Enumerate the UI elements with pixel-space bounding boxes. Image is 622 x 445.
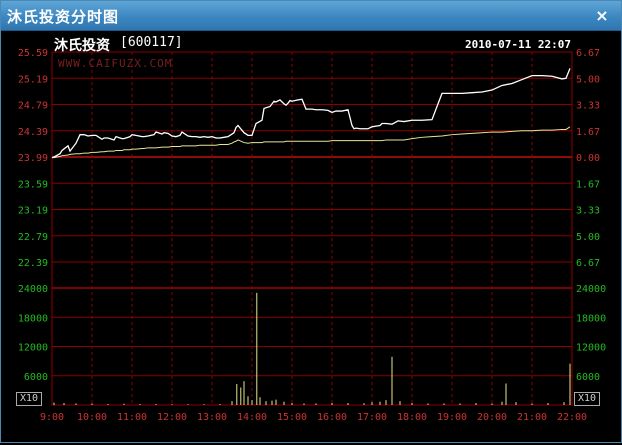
time-tick-label: 12:00 [157, 412, 187, 423]
price-tick-label: 23.99 [18, 153, 48, 164]
volume-tick-label-right: 24000 [576, 284, 606, 295]
time-tick-label: 15:00 [277, 412, 307, 423]
time-tick-label: 21:00 [517, 412, 547, 423]
volume-tick-label-right: 6000 [576, 372, 600, 383]
volume-tick-label: 6000 [24, 372, 48, 383]
time-tick-label: 11:00 [117, 412, 147, 423]
percent-tick-label: 3.33 [576, 206, 600, 217]
time-tick-label: 22:00 [557, 412, 587, 423]
watermark: WWW.CAIFUZX.COM [58, 57, 173, 70]
percent-tick-label: 3.33 [576, 101, 600, 112]
time-tick-label: 9:00 [40, 412, 64, 423]
close-icon[interactable]: × [593, 7, 611, 25]
volume-tick-label: 12000 [18, 343, 48, 354]
intraday-chart-panel: 25.59 6.67 25.19 5.00 24.79 3.33 24.39 1.67 23.9… [4, 32, 620, 441]
percent-tick-label: 5.00 [576, 232, 600, 243]
price-tick-label: 22.79 [18, 232, 48, 243]
percent-tick-label: 6.67 [576, 48, 600, 59]
window-title: 沐氏投资分时图 [7, 8, 120, 26]
percent-tick-label: 1.67 [576, 127, 600, 138]
volume-tick-label: 18000 [18, 313, 48, 324]
volume-multiplier-right: X10 [574, 392, 600, 406]
time-tick-label: 14:00 [237, 412, 267, 423]
price-tick-label: 22.39 [18, 258, 48, 269]
chart-window: 沐氏投资分时图 × 25.59 6.67 25.19 5.00 24.79 3.33 24.… [0, 0, 622, 443]
price-tick-label: 25.19 [18, 74, 48, 85]
percent-tick-label: 5.00 [576, 74, 600, 85]
percent-tick-label: 1.67 [576, 179, 600, 190]
price-tick-label: 24.79 [18, 101, 48, 112]
time-tick-label: 10:00 [77, 412, 107, 423]
time-tick-label: 13:00 [197, 412, 227, 423]
price-tick-label: 24.39 [18, 127, 48, 138]
time-tick-label: 16:00 [317, 412, 347, 423]
timestamp: 2010-07-11 22:07 [465, 38, 571, 51]
volume-tick-label-right: 18000 [576, 313, 606, 324]
time-tick-label: 17:00 [357, 412, 387, 423]
percent-tick-label: 0.00 [576, 153, 600, 164]
volume-multiplier-left: X10 [16, 392, 42, 406]
price-tick-label: 23.59 [18, 179, 48, 190]
price-tick-label: 23.19 [18, 206, 48, 217]
intraday-chart[interactable]: 25.59 6.67 25.19 5.00 24.79 3.33 24.39 1.67 23.9… [4, 32, 620, 441]
time-tick-label: 18:00 [397, 412, 427, 423]
time-tick-label: 20:00 [477, 412, 507, 423]
time-tick-label: 19:00 [437, 412, 467, 423]
title-bar[interactable]: 沐氏投资分时图 × [1, 1, 621, 31]
stock-code: [600117] [120, 35, 183, 50]
stock-name: 沐氏投资 [54, 38, 110, 54]
price-tick-label: 25.59 [18, 48, 48, 59]
volume-tick-label: 24000 [18, 284, 48, 295]
volume-tick-label-right: 12000 [576, 343, 606, 354]
percent-tick-label: 6.67 [576, 258, 600, 269]
